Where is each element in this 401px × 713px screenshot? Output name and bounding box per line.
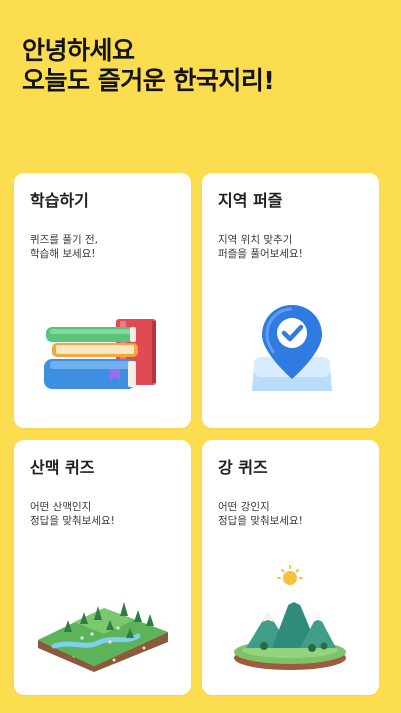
card-description-line-2: 정답을 맞춰보세요!	[30, 515, 115, 527]
card-description: 어떤 강인지 정답을 맞춰보세요!	[218, 500, 303, 528]
map-pin-icon	[252, 305, 332, 391]
card-description-line-2: 학습해 보세요!	[30, 248, 96, 260]
card-title: 강 퀴즈	[218, 458, 268, 477]
card-description-line-1: 퀴즈를 풀기 전,	[30, 234, 98, 246]
mountain-range-quiz-card[interactable]: 산맥 퀴즈 어떤 산맥인지 정답을 맞춰보세요!	[14, 440, 191, 695]
river-quiz-card[interactable]: 강 퀴즈 어떤 강인지 정답을 맞춰보세요!	[202, 440, 379, 695]
terrain-river-icon	[38, 602, 168, 672]
card-title: 학습하기	[30, 191, 89, 210]
greeting-line-1: 안녕하세요	[22, 36, 135, 65]
card-description-line-1: 지역 위치 맞추기	[218, 234, 293, 246]
study-card[interactable]: 학습하기 퀴즈를 풀기 전, 학습해 보세요!	[14, 173, 191, 428]
card-title: 산맥 퀴즈	[30, 458, 95, 477]
card-description-line-1: 어떤 강인지	[218, 501, 270, 513]
card-description: 어떤 산맥인지 정답을 맞춰보세요!	[30, 500, 115, 528]
card-description: 지역 위치 맞추기 퍼즐을 풀어보세요!	[218, 233, 303, 261]
greeting-title: 안녕하세요 오늘도 즐거운 한국지리!	[22, 36, 275, 96]
region-puzzle-card[interactable]: 지역 퍼즐 지역 위치 맞추기 퍼즐을 풀어보세요!	[202, 173, 379, 428]
greeting-line-2: 오늘도 즐거운 한국지리!	[22, 66, 275, 95]
card-description: 퀴즈를 풀기 전, 학습해 보세요!	[30, 233, 98, 261]
mountain-sun-icon	[234, 565, 346, 670]
card-description-line-2: 퍼즐을 풀어보세요!	[218, 248, 303, 260]
card-description-line-2: 정답을 맞춰보세요!	[218, 515, 303, 527]
card-description-line-1: 어떤 산맥인지	[30, 501, 92, 513]
books-icon	[44, 319, 156, 389]
card-title: 지역 퍼즐	[218, 191, 283, 210]
